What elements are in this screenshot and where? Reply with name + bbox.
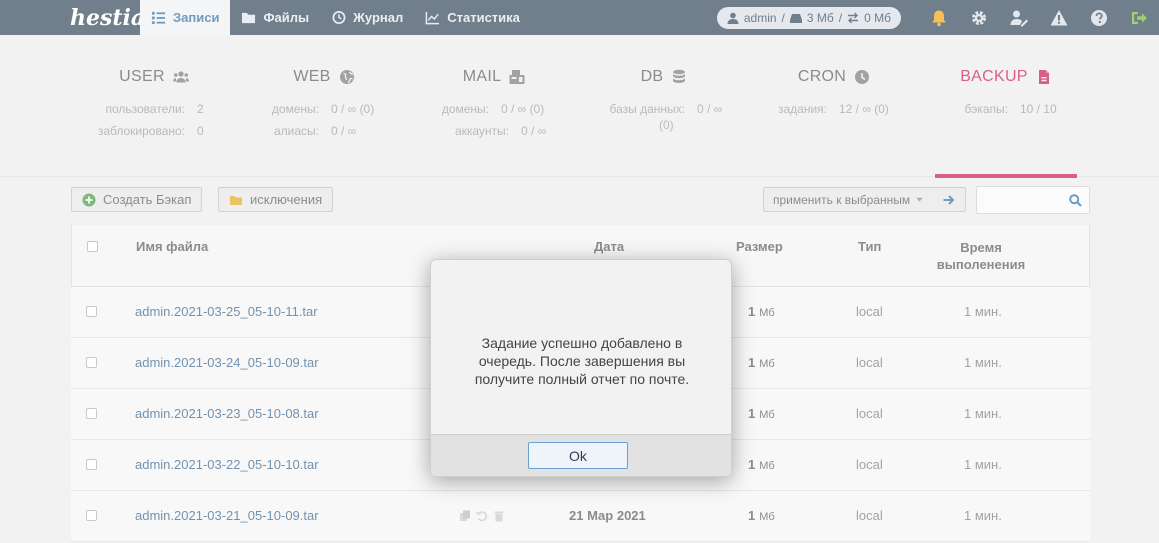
dialog-message: Задание успешно добавлено в очередь. Пос… [474, 335, 690, 387]
notification-dialog: Задание успешно добавлено в очередь. Пос… [430, 259, 732, 477]
dialog-footer: Ok [431, 434, 731, 476]
ok-button[interactable]: Ok [528, 442, 628, 469]
